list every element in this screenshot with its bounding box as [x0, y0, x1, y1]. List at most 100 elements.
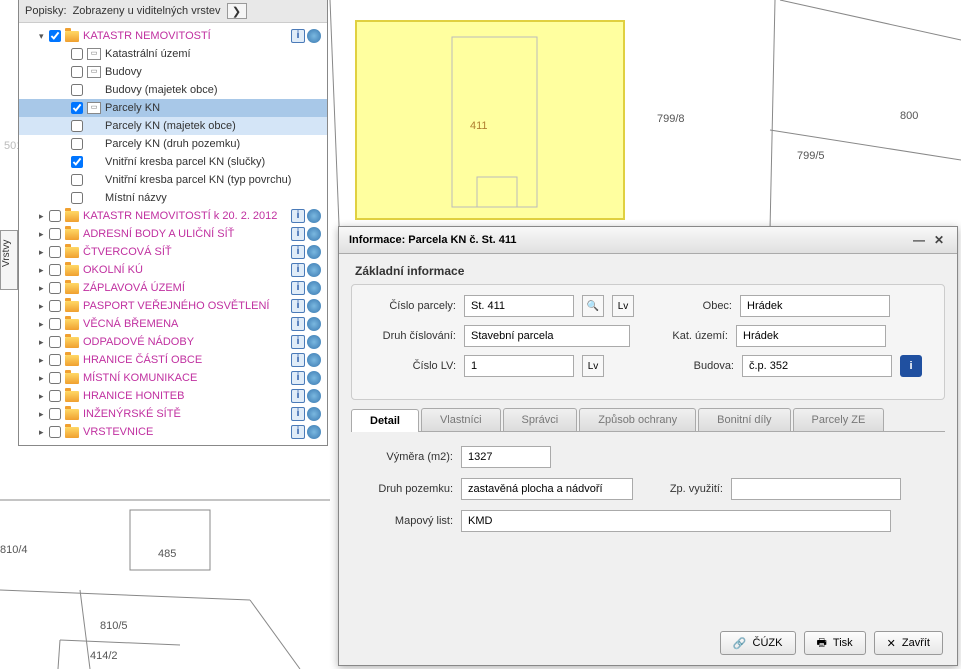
- tree-item[interactable]: Místní názvy: [19, 189, 327, 207]
- globe-icon[interactable]: [307, 281, 321, 295]
- layer-checkbox[interactable]: [49, 246, 61, 258]
- layer-checkbox[interactable]: [49, 210, 61, 222]
- expand-icon[interactable]: ▸: [39, 283, 49, 294]
- tree-item[interactable]: Budovy (majetek obce): [19, 81, 327, 99]
- tree-folder[interactable]: ▸PASPORT VEŘEJNÉHO OSVĚTLENÍi: [19, 297, 327, 315]
- tree-folder[interactable]: ▸INŽENÝRSKÉ SÍTĚi: [19, 405, 327, 423]
- tree-folder[interactable]: ▸ODPADOVÉ NÁDOBYi: [19, 333, 327, 351]
- globe-icon[interactable]: [307, 317, 321, 331]
- globe-icon[interactable]: [307, 227, 321, 241]
- expand-icon[interactable]: ▸: [39, 391, 49, 402]
- info-icon[interactable]: i: [291, 407, 305, 421]
- layer-checkbox[interactable]: [71, 156, 83, 168]
- info-icon[interactable]: i: [291, 245, 305, 259]
- info-icon[interactable]: i: [291, 299, 305, 313]
- expand-icon[interactable]: ▸: [39, 355, 49, 366]
- globe-icon[interactable]: [307, 263, 321, 277]
- info-icon[interactable]: i: [291, 281, 305, 295]
- close-button[interactable]: ✕: [931, 233, 947, 247]
- info-icon[interactable]: i: [291, 353, 305, 367]
- tree-folder[interactable]: ▸MÍSTNÍ KOMUNIKACEi: [19, 369, 327, 387]
- tab-způsob-ochrany[interactable]: Způsob ochrany: [579, 408, 696, 431]
- vrstvy-tab[interactable]: Vrstvy: [0, 230, 18, 290]
- tree-item[interactable]: ▭Budovy: [19, 63, 327, 81]
- layer-checkbox[interactable]: [71, 66, 83, 78]
- layer-checkbox[interactable]: [49, 354, 61, 366]
- info-icon[interactable]: i: [291, 263, 305, 277]
- expand-icon[interactable]: ▸: [39, 319, 49, 330]
- tisk-button[interactable]: 🖶Tisk: [804, 631, 866, 655]
- info-icon[interactable]: i: [291, 425, 305, 439]
- tree-folder[interactable]: ▸VĚCNÁ BŘEMENAi: [19, 315, 327, 333]
- minimize-button[interactable]: —: [911, 233, 927, 247]
- tree-item[interactable]: Vnitřní kresba parcel KN (typ povrchu): [19, 171, 327, 189]
- layer-checkbox[interactable]: [49, 318, 61, 330]
- expand-icon[interactable]: ▸: [39, 373, 49, 384]
- tree-folder[interactable]: ▸ZÁPLAVOVÁ ÚZEMÍi: [19, 279, 327, 297]
- layer-checkbox[interactable]: [71, 138, 83, 150]
- locate-button[interactable]: 🔍: [582, 295, 604, 317]
- layer-checkbox[interactable]: [49, 228, 61, 240]
- layer-checkbox[interactable]: [71, 84, 83, 96]
- expand-icon[interactable]: ▸: [39, 265, 49, 276]
- info-icon[interactable]: i: [291, 317, 305, 331]
- info-icon[interactable]: i: [291, 209, 305, 223]
- layer-checkbox[interactable]: [71, 102, 83, 114]
- layer-checkbox[interactable]: [49, 300, 61, 312]
- tree-folder[interactable]: ▸ADRESNÍ BODY A ULIČNÍ SÍŤi: [19, 225, 327, 243]
- tree-item[interactable]: ▭Katastrální území: [19, 45, 327, 63]
- tree-folder[interactable]: ▸HRANICE HONITEBi: [19, 387, 327, 405]
- layer-checkbox[interactable]: [71, 120, 83, 132]
- layer-checkbox[interactable]: [49, 336, 61, 348]
- tab-parcely-ze[interactable]: Parcely ZE: [793, 408, 885, 431]
- globe-icon[interactable]: [307, 425, 321, 439]
- tree-item[interactable]: Parcely KN (druh pozemku): [19, 135, 327, 153]
- globe-icon[interactable]: [307, 353, 321, 367]
- tree-folder[interactable]: ▸KATASTR NEMOVITOSTÍ k 20. 2. 2012i: [19, 207, 327, 225]
- window-titlebar[interactable]: Informace: Parcela KN č. St. 411 — ✕: [339, 227, 957, 254]
- tree-folder[interactable]: ▸HRANICE ČÁSTÍ OBCEi: [19, 351, 327, 369]
- info-icon[interactable]: i: [291, 227, 305, 241]
- tree-folder[interactable]: ▸VRSTEVNICEi: [19, 423, 327, 441]
- expand-icon[interactable]: ▸: [39, 301, 49, 312]
- tab-bonitní-díly[interactable]: Bonitní díly: [698, 408, 790, 431]
- tree-folder-root[interactable]: ▾ KATASTR NEMOVITOSTÍ i: [19, 27, 327, 45]
- expand-icon[interactable]: ▸: [39, 337, 49, 348]
- layer-checkbox[interactable]: [49, 426, 61, 438]
- info-icon[interactable]: i: [291, 335, 305, 349]
- lv-button[interactable]: Lv: [612, 295, 634, 317]
- popisky-expand-button[interactable]: ❯: [227, 3, 247, 19]
- globe-icon[interactable]: [307, 245, 321, 259]
- globe-icon[interactable]: [307, 209, 321, 223]
- budova-info-button[interactable]: i: [900, 355, 922, 377]
- info-icon[interactable]: i: [291, 29, 305, 43]
- expand-icon[interactable]: ▸: [39, 211, 49, 222]
- expand-icon[interactable]: ▸: [39, 247, 49, 258]
- globe-icon[interactable]: [307, 29, 321, 43]
- tab-detail[interactable]: Detail: [351, 409, 419, 432]
- expand-icon[interactable]: ▸: [39, 409, 49, 420]
- layer-checkbox[interactable]: [49, 264, 61, 276]
- tree-item[interactable]: ▭Parcely KN: [19, 99, 327, 117]
- zavrit-button[interactable]: ✕Zavřít: [874, 631, 943, 655]
- globe-icon[interactable]: [307, 335, 321, 349]
- lv-detail-button[interactable]: Lv: [582, 355, 604, 377]
- expand-icon[interactable]: ▸: [39, 427, 49, 438]
- globe-icon[interactable]: [307, 299, 321, 313]
- cuzk-button[interactable]: 🔗ČÚZK: [720, 631, 796, 655]
- layer-checkbox[interactable]: [49, 372, 61, 384]
- globe-icon[interactable]: [307, 389, 321, 403]
- layer-checkbox[interactable]: [71, 48, 83, 60]
- tree-item[interactable]: Parcely KN (majetek obce): [19, 117, 327, 135]
- layer-checkbox[interactable]: [71, 192, 83, 204]
- globe-icon[interactable]: [307, 371, 321, 385]
- tree-folder[interactable]: ▸ČTVERCOVÁ SÍŤi: [19, 243, 327, 261]
- globe-icon[interactable]: [307, 407, 321, 421]
- layer-checkbox[interactable]: [49, 408, 61, 420]
- layer-checkbox[interactable]: [49, 282, 61, 294]
- info-icon[interactable]: i: [291, 389, 305, 403]
- tree-folder[interactable]: ▸OKOLNÍ KÚi: [19, 261, 327, 279]
- tab-vlastníci[interactable]: Vlastníci: [421, 408, 501, 431]
- tab-správci[interactable]: Správci: [503, 408, 578, 431]
- layer-checkbox[interactable]: [49, 30, 61, 42]
